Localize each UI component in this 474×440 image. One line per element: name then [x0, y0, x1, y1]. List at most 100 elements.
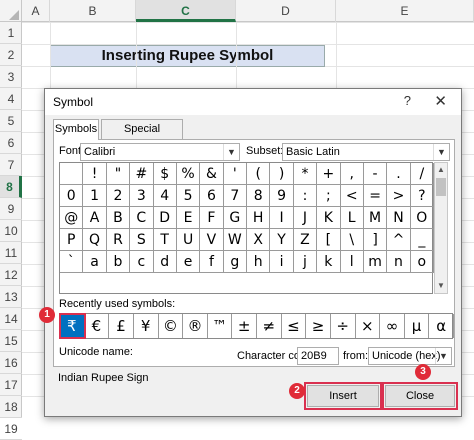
symbol-cell[interactable]: : — [293, 185, 318, 207]
symbol-cell[interactable]: f — [200, 251, 224, 273]
symbol-cell[interactable]: ' — [223, 163, 247, 185]
symbol-cell[interactable]: G — [223, 207, 247, 229]
recent-symbol-cell[interactable]: ¥ — [134, 314, 159, 338]
symbol-cell[interactable]: # — [130, 163, 154, 185]
symbol-cell[interactable]: @ — [60, 207, 84, 229]
symbol-cell[interactable]: % — [176, 163, 201, 185]
symbol-cell[interactable]: O — [410, 207, 434, 229]
column-header-b[interactable]: B — [50, 0, 136, 22]
recent-symbol-cell[interactable]: ® — [183, 314, 208, 338]
symbol-cell[interactable]: E — [176, 207, 201, 229]
symbol-cell[interactable]: $ — [153, 163, 177, 185]
symbol-cell[interactable]: X — [247, 229, 271, 251]
help-icon[interactable]: ? — [404, 93, 411, 108]
symbol-cell[interactable]: W — [223, 229, 247, 251]
symbol-cell[interactable]: > — [387, 185, 411, 207]
symbol-cell[interactable]: B — [106, 207, 131, 229]
symbol-cell[interactable]: ! — [83, 163, 107, 185]
chevron-down-icon[interactable]: ▼ — [223, 144, 239, 160]
symbol-cell[interactable]: S — [130, 229, 154, 251]
symbol-cell[interactable]: , — [340, 163, 364, 185]
scroll-down-icon[interactable]: ▼ — [435, 279, 447, 293]
symbol-cell[interactable]: n — [387, 251, 411, 273]
chevron-down-icon[interactable]: ▼ — [435, 348, 451, 364]
symbol-cell[interactable]: D — [153, 207, 177, 229]
symbol-cell[interactable]: K — [317, 207, 341, 229]
symbol-cell[interactable]: ^ — [387, 229, 411, 251]
recent-symbol-cell[interactable]: ∞ — [380, 314, 405, 338]
row-header-6[interactable]: 6 — [0, 132, 22, 154]
row-header-2[interactable]: 2 — [0, 44, 22, 66]
character-grid-scrollbar[interactable]: ▲ ▼ — [434, 162, 448, 294]
symbol-cell[interactable]: / — [410, 163, 434, 185]
row-header-5[interactable]: 5 — [0, 110, 22, 132]
symbol-cell[interactable]: = — [363, 185, 388, 207]
row-header-14[interactable]: 14 — [0, 308, 22, 330]
symbol-cell[interactable]: 9 — [270, 185, 294, 207]
symbol-cell[interactable] — [60, 163, 84, 185]
symbol-cell[interactable]: I — [270, 207, 294, 229]
symbol-cell[interactable]: d — [153, 251, 177, 273]
symbol-cell[interactable]: F — [200, 207, 224, 229]
symbol-cell[interactable]: c — [130, 251, 154, 273]
recent-symbol-cell[interactable]: ± — [232, 314, 257, 338]
recent-symbol-cell[interactable]: ≥ — [306, 314, 331, 338]
symbol-cell[interactable]: 7 — [223, 185, 247, 207]
symbol-cell[interactable]: m — [363, 251, 388, 273]
symbol-cell[interactable]: Q — [83, 229, 107, 251]
symbol-cell[interactable]: - — [363, 163, 388, 185]
character-code-input[interactable]: 20B9 — [297, 347, 339, 365]
symbol-cell[interactable]: 0 — [60, 185, 84, 207]
row-header-4[interactable]: 4 — [0, 88, 22, 110]
recent-symbol-cell[interactable]: α — [429, 314, 454, 338]
symbol-cell[interactable]: " — [106, 163, 131, 185]
symbol-cell[interactable]: U — [176, 229, 201, 251]
symbol-cell[interactable]: g — [223, 251, 247, 273]
column-header-c[interactable]: C — [136, 0, 236, 22]
row-header-18[interactable]: 18 — [0, 396, 22, 418]
symbol-cell[interactable]: h — [247, 251, 271, 273]
row-header-9[interactable]: 9 — [0, 198, 22, 220]
symbol-cell[interactable]: 6 — [200, 185, 224, 207]
chevron-down-icon[interactable]: ▼ — [433, 144, 449, 160]
symbol-cell[interactable]: 5 — [176, 185, 201, 207]
recent-symbol-cell[interactable]: © — [159, 314, 184, 338]
close-button[interactable]: Close — [382, 382, 458, 410]
symbol-cell[interactable]: _ — [410, 229, 434, 251]
symbol-cell[interactable]: A — [83, 207, 107, 229]
tab-symbols[interactable]: Symbols — [53, 119, 99, 140]
symbol-cell[interactable]: Y — [270, 229, 294, 251]
select-all-corner[interactable] — [0, 0, 22, 22]
symbol-cell[interactable]: Z — [293, 229, 318, 251]
symbol-cell[interactable]: ? — [410, 185, 434, 207]
symbol-cell[interactable]: 2 — [106, 185, 131, 207]
font-select[interactable]: Calibri ▼ — [80, 143, 240, 161]
symbol-cell[interactable]: + — [317, 163, 341, 185]
row-header-16[interactable]: 16 — [0, 352, 22, 374]
row-header-3[interactable]: 3 — [0, 66, 22, 88]
symbol-cell[interactable]: b — [106, 251, 131, 273]
symbol-cell[interactable]: L — [340, 207, 364, 229]
symbol-cell[interactable]: < — [340, 185, 364, 207]
symbol-cell[interactable]: 8 — [247, 185, 271, 207]
symbol-cell[interactable]: . — [387, 163, 411, 185]
symbol-cell[interactable]: 1 — [83, 185, 107, 207]
symbol-cell[interactable]: 3 — [130, 185, 154, 207]
symbol-cell[interactable]: ( — [247, 163, 271, 185]
column-header-e[interactable]: E — [336, 0, 474, 22]
recent-symbol-cell[interactable]: ÷ — [331, 314, 356, 338]
symbol-cell[interactable]: a — [83, 251, 107, 273]
symbol-cell[interactable]: i — [270, 251, 294, 273]
close-icon[interactable]: ✕ — [434, 92, 447, 110]
symbol-cell[interactable]: H — [247, 207, 271, 229]
row-header-1[interactable]: 1 — [0, 22, 22, 44]
symbol-cell[interactable]: * — [293, 163, 318, 185]
symbol-cell[interactable]: N — [387, 207, 411, 229]
symbol-cell[interactable]: ] — [363, 229, 388, 251]
symbol-cell[interactable]: V — [200, 229, 224, 251]
symbol-cell[interactable]: M — [363, 207, 388, 229]
row-header-11[interactable]: 11 — [0, 242, 22, 264]
title-cell[interactable]: Inserting Rupee Symbol — [50, 45, 325, 67]
row-header-17[interactable]: 17 — [0, 374, 22, 396]
recent-symbol-cell[interactable]: € — [85, 314, 110, 338]
